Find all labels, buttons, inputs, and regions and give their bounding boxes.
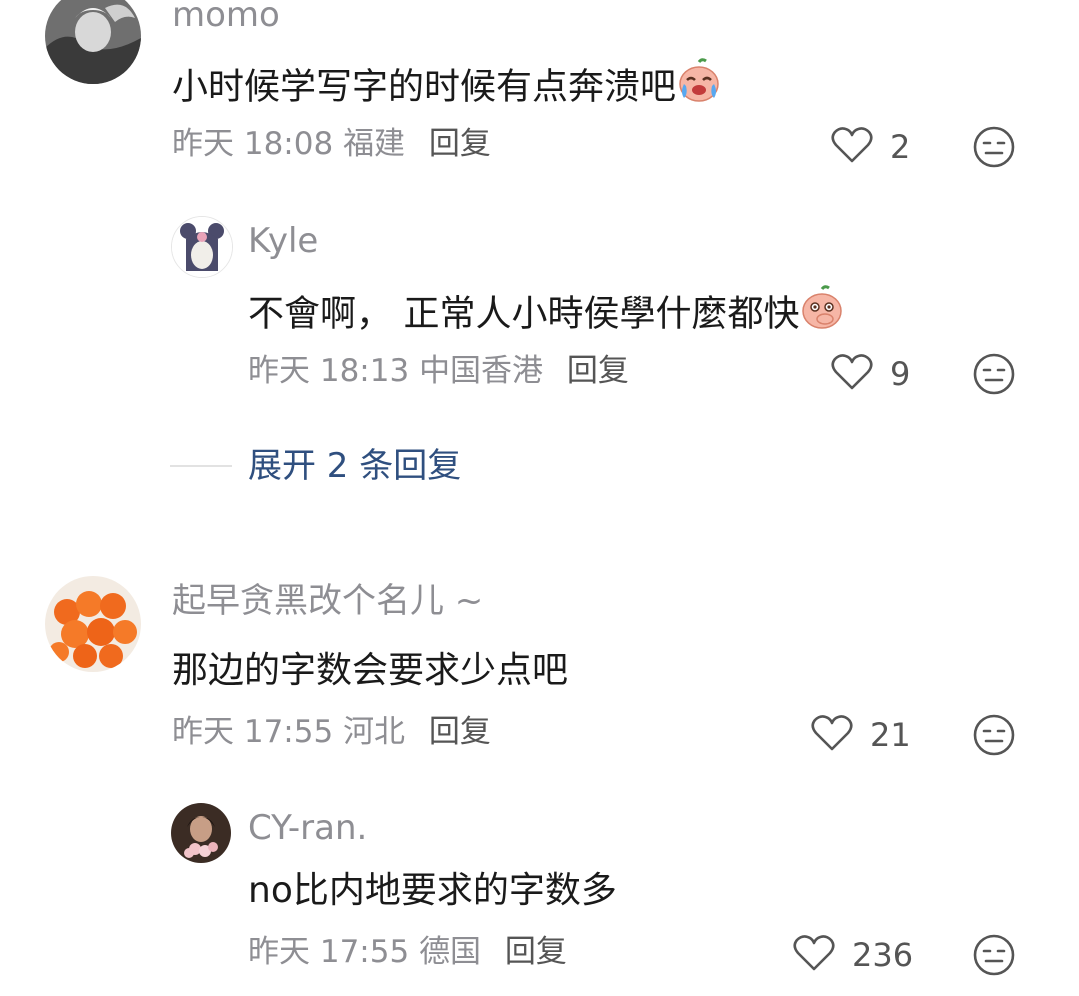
avatar[interactable] bbox=[45, 0, 141, 84]
like-count: 2 bbox=[890, 128, 911, 166]
reply-location: 德国 bbox=[419, 934, 482, 970]
reply-username[interactable]: Kyle bbox=[248, 224, 318, 258]
like-count: 21 bbox=[870, 716, 911, 754]
comment-time: 昨天 17:55 bbox=[172, 714, 334, 750]
dislike-button[interactable] bbox=[972, 933, 1016, 977]
reply-text: 不會啊， 正常人小時侯學什麼都快 bbox=[248, 285, 845, 338]
divider-line bbox=[170, 465, 232, 467]
avatar[interactable] bbox=[45, 576, 141, 672]
covering-mouth-emoji-icon bbox=[799, 285, 845, 338]
comment-meta: 昨天 17:55 河北 回复 bbox=[172, 717, 491, 748]
comment-location: 福建 bbox=[343, 126, 406, 162]
heart-icon bbox=[830, 352, 874, 396]
dislike-button[interactable] bbox=[972, 125, 1016, 169]
reply-location: 中国香港 bbox=[419, 353, 544, 389]
reply-username[interactable]: CY-ran. bbox=[248, 811, 367, 845]
heart-icon bbox=[810, 713, 854, 757]
reply-time: 昨天 17:55 bbox=[248, 934, 410, 970]
neutral-face-icon bbox=[973, 126, 1015, 168]
expand-replies-link[interactable]: 展开 2 条回复 bbox=[248, 449, 461, 483]
neutral-face-icon bbox=[973, 353, 1015, 395]
neutral-face-icon bbox=[973, 714, 1015, 756]
like-button[interactable]: 9 bbox=[830, 352, 910, 396]
like-count: 9 bbox=[890, 355, 911, 393]
like-button[interactable]: 236 bbox=[792, 933, 913, 977]
comment-username[interactable]: momo bbox=[172, 0, 280, 32]
reply-text: no比内地要求的字数多 bbox=[248, 870, 617, 911]
reply-button[interactable]: 回复 bbox=[505, 934, 567, 970]
comment-time: 昨天 18:08 bbox=[172, 126, 334, 162]
comment-text: 那边的字数会要求少点吧 bbox=[172, 650, 569, 691]
heart-icon bbox=[830, 125, 874, 169]
like-button[interactable]: 21 bbox=[810, 713, 911, 757]
comment-meta: 昨天 18:08 福建 回复 bbox=[172, 129, 491, 160]
reply-button[interactable]: 回复 bbox=[429, 714, 491, 750]
reply-button[interactable]: 回复 bbox=[567, 353, 629, 389]
expand-replies[interactable]: 展开 2 条回复 bbox=[170, 449, 461, 483]
reply-button[interactable]: 回复 bbox=[429, 126, 491, 162]
like-button[interactable]: 2 bbox=[830, 125, 910, 169]
avatar[interactable] bbox=[171, 803, 231, 863]
heart-icon bbox=[792, 933, 836, 977]
comment-location: 河北 bbox=[343, 714, 406, 750]
reply-time: 昨天 18:13 bbox=[248, 353, 410, 389]
like-count: 236 bbox=[852, 936, 914, 974]
crying-face-emoji-icon bbox=[676, 58, 722, 111]
comment-username[interactable]: 起早贪黑改个名儿 ~ bbox=[172, 584, 483, 618]
reply-meta: 昨天 17:55 德国 回复 bbox=[248, 937, 567, 968]
avatar[interactable] bbox=[171, 216, 233, 278]
comment-text: 小时候学写字的时候有点奔溃吧 bbox=[172, 58, 722, 111]
reply-meta: 昨天 18:13 中国香港 回复 bbox=[248, 356, 629, 387]
neutral-face-icon bbox=[973, 934, 1015, 976]
dislike-button[interactable] bbox=[972, 713, 1016, 757]
dislike-button[interactable] bbox=[972, 352, 1016, 396]
